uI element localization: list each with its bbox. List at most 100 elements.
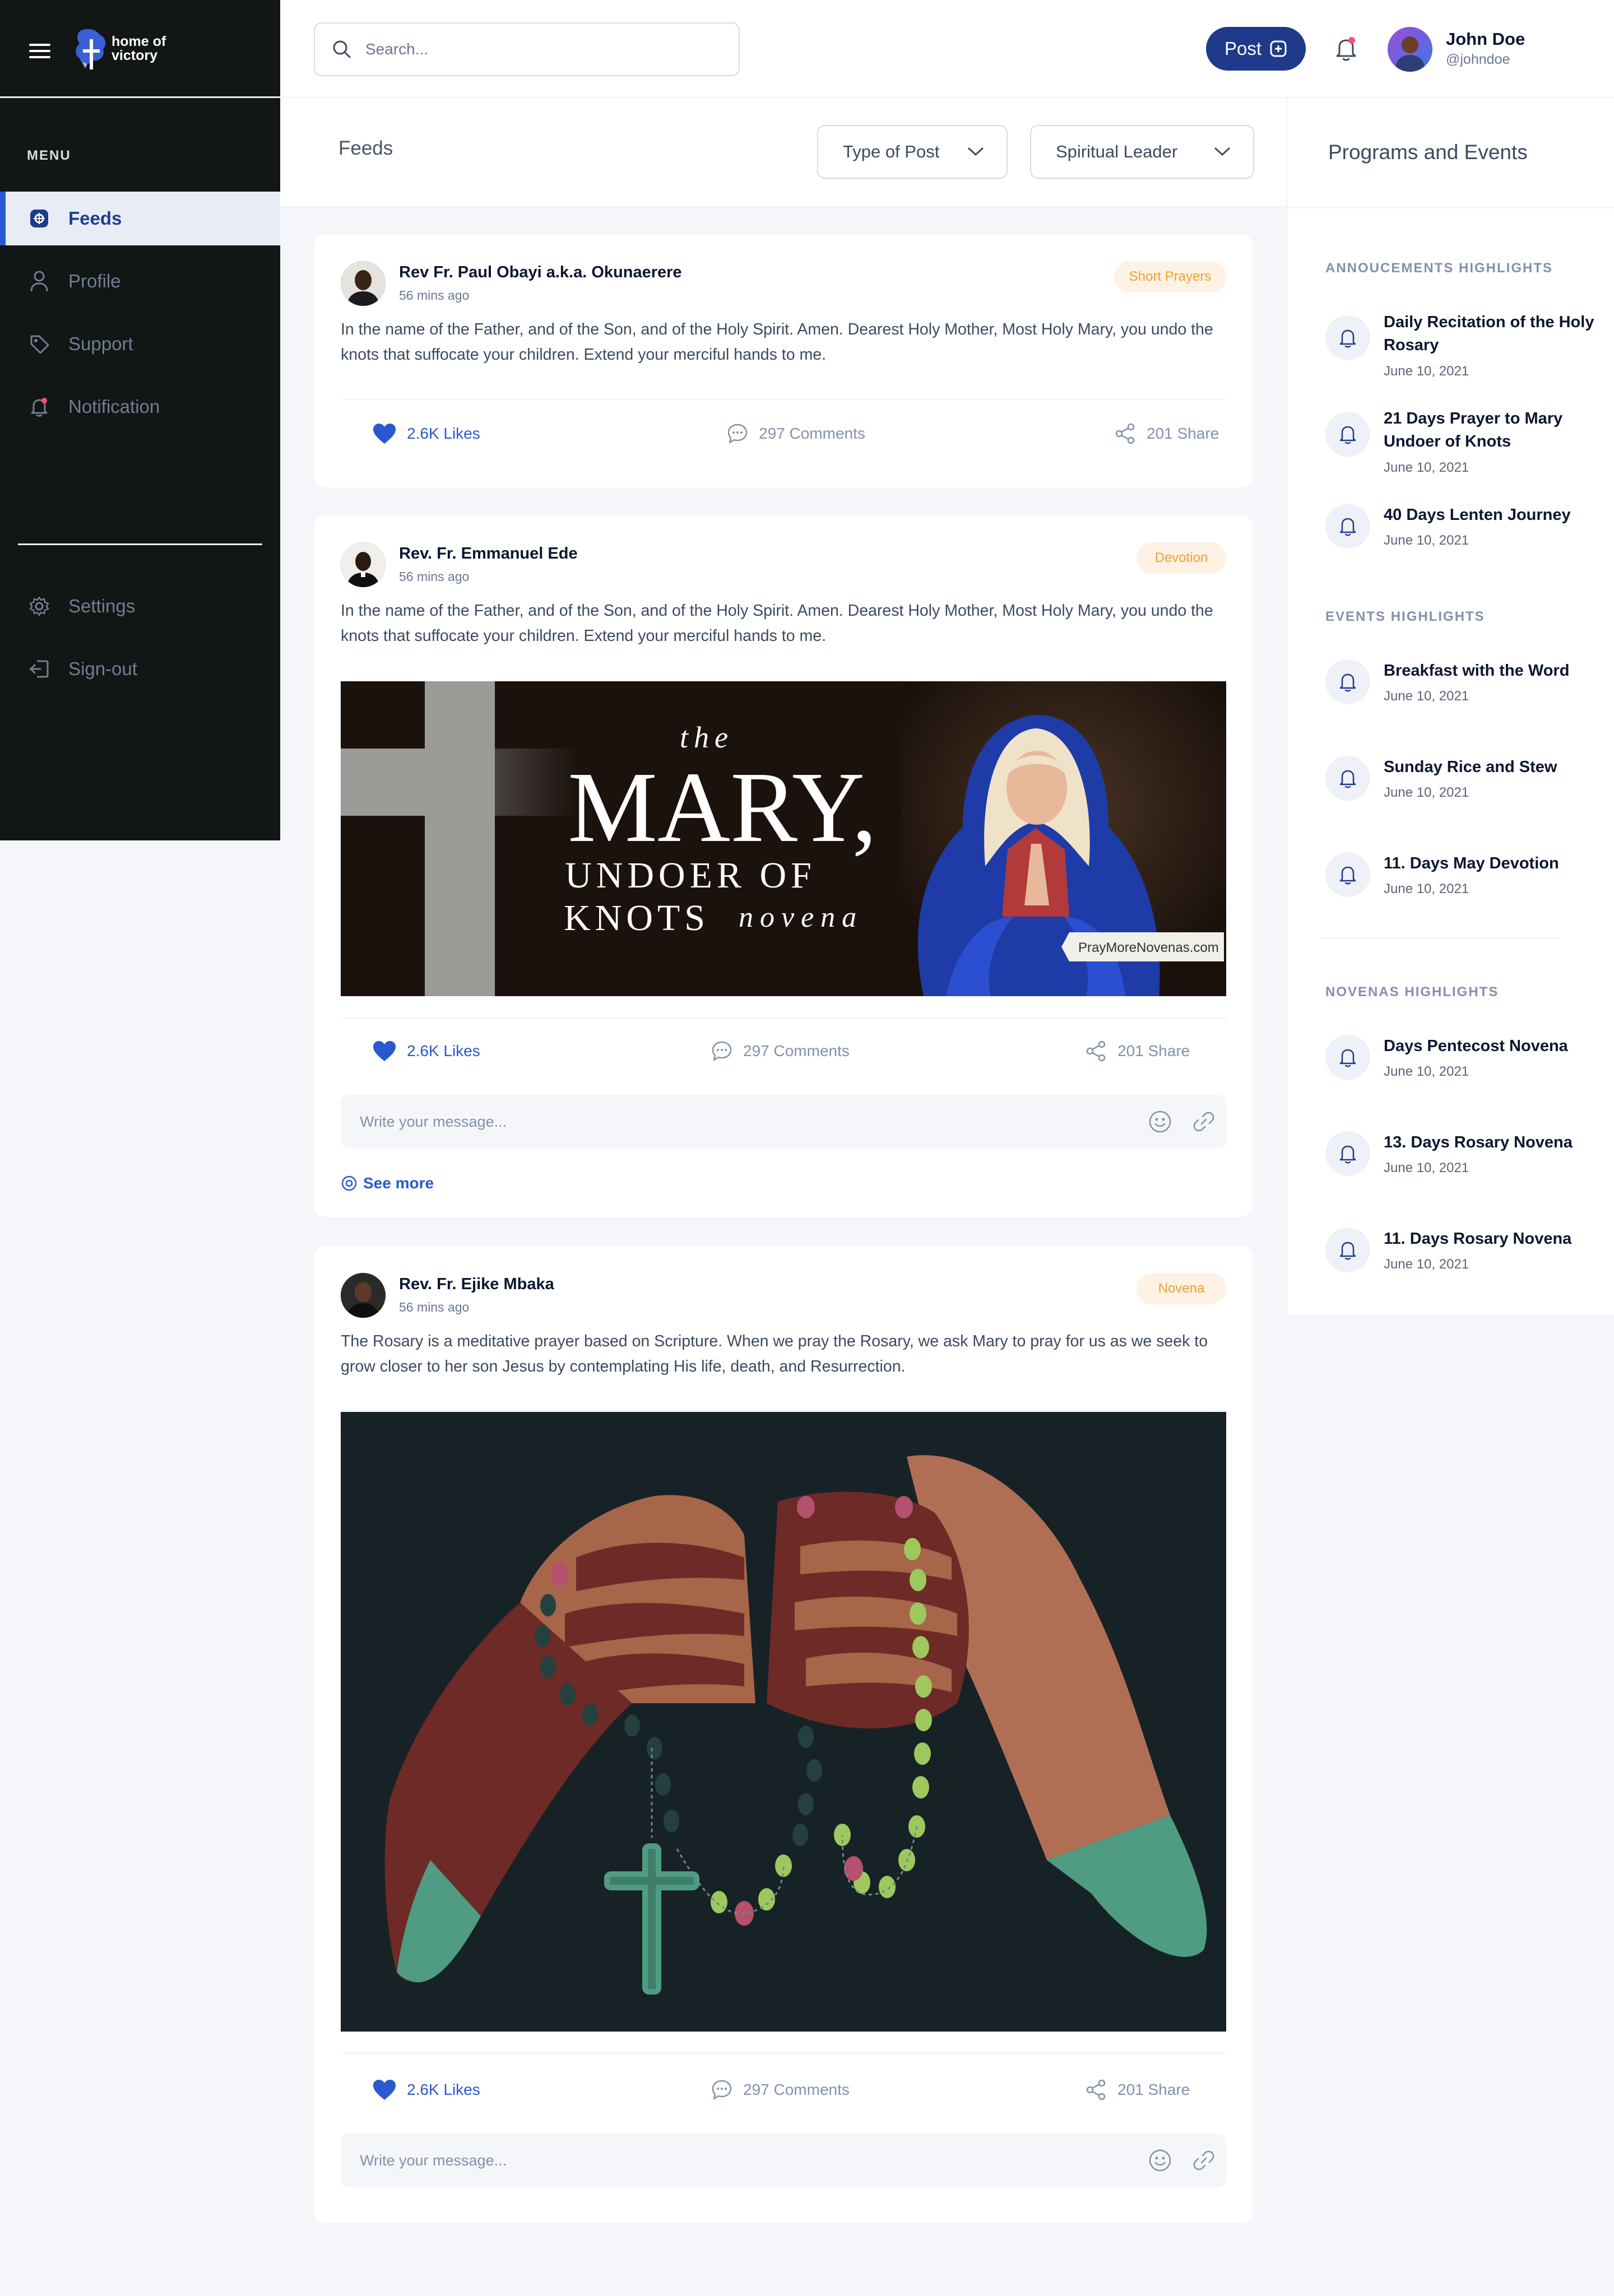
author-name[interactable]: Rev Fr. Paul Obayi a.k.a. Okunaerere <box>399 263 682 282</box>
emoji-icon[interactable] <box>1148 1109 1172 1134</box>
author-avatar[interactable] <box>341 1273 386 1318</box>
sidebar-item-label: Settings <box>68 596 136 616</box>
chevron-down-icon <box>1214 147 1231 157</box>
message-box[interactable] <box>341 1095 1226 1149</box>
bell-icon <box>1325 504 1370 549</box>
like-button[interactable]: 2.6K Likes <box>372 1040 480 1062</box>
sidebar-item-notification[interactable]: Notification <box>0 380 280 434</box>
author-name[interactable]: Rev. Fr. Emmanuel Ede <box>399 545 578 563</box>
feeds-header: Feeds Type of Post Spiritual Leader <box>280 98 1286 207</box>
comment-button[interactable]: 297 Comments <box>711 2079 850 2101</box>
program-date: June 10, 2021 <box>1384 881 1469 896</box>
sidebar-item-label: Profile <box>68 271 121 291</box>
message-box[interactable] <box>341 2134 1226 2187</box>
author-avatar[interactable] <box>341 261 386 306</box>
heart-icon <box>372 2079 397 2101</box>
notification-bell-icon[interactable] <box>1334 35 1358 63</box>
sidebar-item-label: Sign-out <box>68 658 137 679</box>
see-more-link[interactable]: See more <box>341 1174 434 1192</box>
page-title: Feeds <box>338 137 393 159</box>
section-label: NOVENAS HIGHLIGHTS <box>1325 984 1499 1000</box>
share-button[interactable]: 201 Share <box>1114 422 1219 445</box>
comments-count: 297 Comments <box>743 1042 850 1059</box>
sidebar-item-label: Feeds <box>68 208 122 229</box>
program-date: June 10, 2021 <box>1384 533 1469 548</box>
likes-count: 2.6K Likes <box>407 2081 480 2098</box>
sidebar-item-settings[interactable]: Settings <box>0 579 280 633</box>
divider <box>1287 207 1614 208</box>
share-icon <box>1085 1040 1107 1062</box>
share-icon <box>1085 2079 1107 2101</box>
program-title: 13. Days Rosary Novena <box>1384 1133 1573 1151</box>
sidebar: home of victory MENU Feeds Profile Suppo… <box>0 0 280 840</box>
search-input[interactable] <box>364 40 701 59</box>
bell-icon <box>1325 1228 1370 1272</box>
dropdown-label: Type of Post <box>843 142 940 161</box>
like-button[interactable]: 2.6K Likes <box>372 422 480 445</box>
comments-count: 297 Comments <box>759 425 865 442</box>
link-icon[interactable] <box>1191 2148 1216 2173</box>
user-name: John Doe <box>1446 29 1525 49</box>
share-button[interactable]: 201 Share <box>1085 2079 1190 2101</box>
shares-count: 201 Share <box>1117 1042 1190 1059</box>
post-button-label: Post <box>1224 38 1262 59</box>
spiritual-leader-dropdown[interactable]: Spiritual Leader <box>1030 125 1254 179</box>
hamburger-menu-icon[interactable] <box>29 43 50 59</box>
program-title: 40 Days Lenten Journey <box>1384 506 1571 524</box>
author-avatar[interactable] <box>341 542 386 587</box>
post-card: Rev Fr. Paul Obayi a.k.a. Okunaerere 56 … <box>314 234 1253 487</box>
heart-icon <box>372 422 397 445</box>
programs-panel: Programs and Events ANNOUCEMENTS HIGHLIG… <box>1286 98 1614 1315</box>
plus-square-icon <box>1269 40 1287 58</box>
author-name[interactable]: Rev. Fr. Ejike Mbaka <box>399 1275 554 1294</box>
sidebar-header: home of victory <box>0 0 280 98</box>
comment-button[interactable]: 297 Comments <box>726 422 865 445</box>
program-date: June 10, 2021 <box>1384 364 1469 379</box>
gear-icon <box>27 594 52 619</box>
divider <box>341 399 1226 400</box>
image-text-mary: MARY, <box>568 751 877 863</box>
share-icon <box>1114 422 1137 445</box>
post-text: In the name of the Father, and of the So… <box>341 602 1213 645</box>
feeds-icon <box>27 206 52 231</box>
post-image[interactable] <box>341 1412 1226 2032</box>
image-text-the: the <box>680 721 734 754</box>
like-button[interactable]: 2.6K Likes <box>372 2079 480 2101</box>
bell-icon <box>1325 1131 1370 1176</box>
divider <box>1320 937 1561 938</box>
post-card: Rev. Fr. Ejike Mbaka 56 mins ago Novena … <box>314 1246 1253 2223</box>
search-bar[interactable] <box>314 22 740 76</box>
emoji-icon[interactable] <box>1148 2148 1172 2173</box>
logo-text: home of victory <box>112 34 166 63</box>
program-date: June 10, 2021 <box>1384 689 1469 704</box>
post-image[interactable]: the MARY, UNDOER OF KNOTS novena PrayMor… <box>341 681 1226 996</box>
sidebar-item-support[interactable]: Support <box>0 317 280 371</box>
program-date: June 10, 2021 <box>1384 1064 1469 1079</box>
link-icon[interactable] <box>1191 1109 1216 1134</box>
post-card: Rev. Fr. Emmanuel Ede 56 mins ago Devoti… <box>314 515 1253 1217</box>
bell-icon <box>1325 412 1370 457</box>
logo-icon[interactable] <box>74 27 109 72</box>
top-header: Post John Doe @johndoe <box>280 0 1614 98</box>
bell-icon <box>1325 852 1370 897</box>
avatar[interactable] <box>1388 27 1432 72</box>
comments-count: 297 Comments <box>743 2081 850 2098</box>
comment-button[interactable]: 297 Comments <box>711 1040 850 1062</box>
image-text-undoer: UNDOER OF <box>565 855 816 896</box>
message-input[interactable] <box>359 1112 1087 1131</box>
type-of-post-dropdown[interactable]: Type of Post <box>817 125 1008 179</box>
share-button[interactable]: 201 Share <box>1085 1040 1190 1062</box>
sidebar-item-feeds[interactable]: Feeds <box>0 192 280 245</box>
post-button[interactable]: Post <box>1206 27 1306 71</box>
comment-icon <box>711 1040 733 1062</box>
shares-count: 201 Share <box>1117 2081 1190 2098</box>
tag-icon <box>27 332 52 356</box>
program-title: Days Pentecost Novena <box>1384 1037 1568 1055</box>
programs-title: Programs and Events <box>1328 141 1528 164</box>
sidebar-item-profile[interactable]: Profile <box>0 254 280 308</box>
sidebar-item-sign-out[interactable]: Sign-out <box>0 642 280 696</box>
message-input[interactable] <box>359 2151 1087 2170</box>
likes-count: 2.6K Likes <box>407 425 480 442</box>
post-text: The Rosary is a meditative prayer based … <box>341 1332 1208 1375</box>
bell-icon <box>1325 756 1370 801</box>
